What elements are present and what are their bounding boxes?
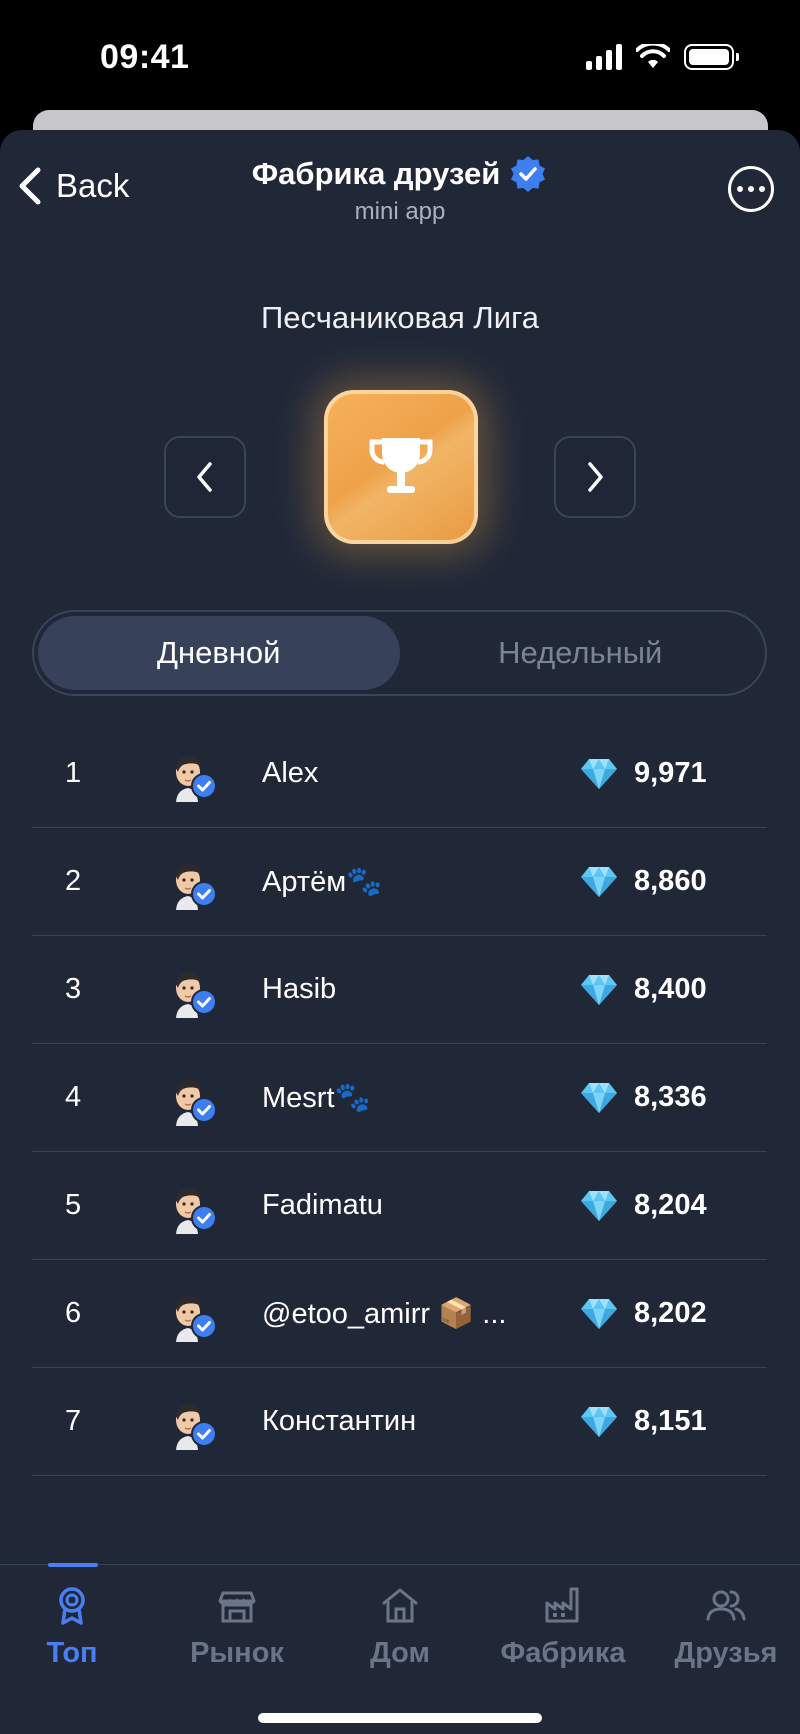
nav-label-top: Топ bbox=[46, 1637, 98, 1669]
store-icon bbox=[218, 1591, 256, 1623]
avatar bbox=[176, 972, 217, 1018]
app-title: Фабрика друзей bbox=[251, 156, 501, 191]
avatar bbox=[176, 756, 217, 802]
nav-label-home: Дом bbox=[370, 1637, 430, 1669]
diamond-icon bbox=[581, 866, 617, 897]
bottom-navigation: Топ Рынок Дом Фабрика Друзья bbox=[0, 1563, 800, 1734]
trophy-icon bbox=[369, 438, 433, 493]
player-name: Hasib bbox=[262, 973, 337, 1005]
header: Back Фабрика друзей mini app bbox=[0, 130, 800, 250]
cellular-signal-icon bbox=[586, 44, 622, 70]
wifi-icon bbox=[636, 44, 670, 68]
status-bar: 09:41 bbox=[0, 0, 800, 110]
diamond-icon bbox=[581, 1406, 617, 1437]
score-block: 8,202 bbox=[580, 1297, 707, 1331]
nav-label-factory: Фабрика bbox=[500, 1637, 626, 1669]
chevron-right-icon bbox=[588, 462, 603, 492]
nav-tab-market[interactable]: Рынок bbox=[157, 1585, 317, 1670]
rank-number: 5 bbox=[65, 1189, 82, 1221]
tab-daily[interactable]: Дневной bbox=[38, 616, 400, 690]
leaderboard-list: 1 Alex 9,971 2 Артём🐾 8,860 3 Hasib 8,40… bbox=[32, 720, 767, 1520]
rank-number: 3 bbox=[65, 973, 82, 1005]
score-block: 8,860 bbox=[580, 865, 707, 899]
home-indicator bbox=[258, 1713, 542, 1723]
leaderboard-row[interactable]: 4 Mesrt🐾 8,336 bbox=[32, 1044, 767, 1152]
next-league-button[interactable] bbox=[554, 436, 636, 518]
league-title: Песчаниковая Лига bbox=[261, 300, 539, 335]
player-name: Константин bbox=[262, 1405, 417, 1437]
rank-number: 1 bbox=[65, 757, 82, 789]
chevron-left-icon bbox=[197, 462, 212, 492]
score-block: 9,971 bbox=[580, 757, 707, 791]
score-value: 8,400 bbox=[634, 973, 707, 1005]
player-name: Артём🐾 bbox=[262, 865, 383, 898]
leaderboard-row[interactable]: 2 Артём🐾 8,860 bbox=[32, 828, 767, 936]
tab-weekly[interactable]: Недельный bbox=[400, 616, 762, 690]
diamond-icon bbox=[581, 1190, 617, 1221]
leaderboard-row[interactable]: 3 Hasib 8,400 bbox=[32, 936, 767, 1044]
score-value: 8,860 bbox=[634, 865, 707, 897]
score-value: 8,151 bbox=[634, 1405, 707, 1437]
nav-label-friends: Друзья bbox=[674, 1637, 778, 1669]
title-block: Фабрика друзей mini app bbox=[0, 154, 800, 226]
score-value: 8,336 bbox=[634, 1081, 707, 1113]
avatar bbox=[176, 1080, 217, 1126]
verified-badge-icon bbox=[511, 156, 546, 192]
league-trophy-badge bbox=[324, 390, 478, 544]
player-name: Mesrt🐾 bbox=[262, 1081, 371, 1114]
battery-icon bbox=[684, 44, 739, 70]
leaderboard-row[interactable]: 7 Константин 8,151 bbox=[32, 1368, 767, 1476]
avatar bbox=[176, 864, 217, 910]
avatar bbox=[176, 1296, 217, 1342]
nav-label-market: Рынок bbox=[190, 1637, 284, 1669]
app-subtitle: mini app bbox=[354, 198, 446, 225]
users-icon bbox=[706, 1590, 746, 1621]
avatar bbox=[176, 1404, 217, 1450]
active-tab-indicator bbox=[48, 1563, 98, 1567]
score-value: 8,204 bbox=[634, 1189, 707, 1221]
diamond-icon bbox=[581, 974, 617, 1005]
nav-tab-home[interactable]: Дом bbox=[320, 1585, 480, 1670]
diamond-icon bbox=[581, 1082, 617, 1113]
home-icon bbox=[382, 1588, 418, 1623]
diamond-icon bbox=[581, 1298, 617, 1329]
status-time: 09:41 bbox=[100, 38, 190, 76]
previous-league-button[interactable] bbox=[164, 436, 246, 518]
score-block: 8,151 bbox=[580, 1405, 707, 1439]
rank-number: 4 bbox=[65, 1081, 82, 1113]
score-block: 8,400 bbox=[580, 973, 707, 1007]
nav-tab-top[interactable]: Топ bbox=[0, 1585, 152, 1670]
leaderboard-row[interactable]: 5 Fadimatu 8,204 bbox=[32, 1152, 767, 1260]
mini-app-container: Back Фабрика друзей mini app Песчаникова… bbox=[0, 130, 800, 1734]
status-icons bbox=[586, 44, 739, 70]
diamond-icon bbox=[581, 758, 617, 789]
player-name: Fadimatu bbox=[262, 1189, 383, 1221]
score-block: 8,204 bbox=[580, 1189, 707, 1223]
score-block: 8,336 bbox=[580, 1081, 707, 1115]
player-name: @etoo_amirr 📦 ... bbox=[262, 1297, 507, 1330]
player-name: Alex bbox=[262, 757, 319, 789]
rank-number: 6 bbox=[65, 1297, 82, 1329]
leaderboard-row[interactable]: 6 @etoo_amirr 📦 ... 8,202 bbox=[32, 1260, 767, 1368]
more-options-button[interactable] bbox=[728, 166, 774, 212]
leaderboard-row[interactable]: 1 Alex 9,971 bbox=[32, 720, 767, 828]
nav-tab-factory[interactable]: Фабрика bbox=[483, 1585, 643, 1670]
score-value: 8,202 bbox=[634, 1297, 707, 1329]
nav-tab-friends[interactable]: Друзья bbox=[646, 1585, 800, 1670]
trophy-ribbon-icon bbox=[59, 1587, 85, 1625]
rank-number: 7 bbox=[65, 1405, 82, 1437]
avatar bbox=[176, 1188, 217, 1234]
score-value: 9,971 bbox=[634, 757, 707, 789]
rank-number: 2 bbox=[65, 865, 82, 897]
factory-icon bbox=[545, 1587, 579, 1623]
period-segmented-control: Дневной Недельный bbox=[32, 610, 767, 696]
